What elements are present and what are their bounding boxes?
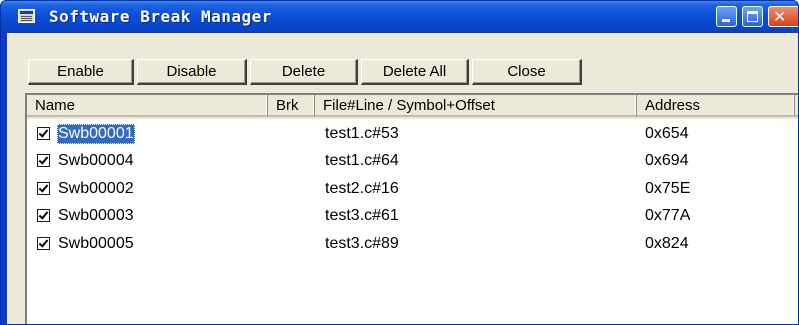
column-header-file[interactable]: File#Line / Symbol+Offset [315, 95, 637, 117]
break-name: Swb00003 [58, 207, 134, 224]
minimize-icon [722, 19, 730, 22]
close-icon: ✕ [773, 7, 787, 26]
break-address: 0x694 [645, 152, 689, 169]
title-bar[interactable]: Software Break Manager ✕ [1, 1, 798, 33]
break-address: 0x77A [645, 207, 691, 224]
column-header-brk[interactable]: Brk [268, 95, 315, 117]
break-location: test3.c#61 [325, 207, 399, 224]
close-button[interactable]: Close [472, 59, 582, 85]
enable-button[interactable]: Enable [28, 59, 134, 85]
break-name: Swb00005 [58, 235, 134, 252]
list-header: Name Brk File#Line / Symbol+Offset Addre… [27, 95, 798, 119]
window-title: Software Break Manager [49, 7, 272, 26]
table-row[interactable]: Swb00003 test3.c#61 0x77A [27, 203, 798, 230]
break-location: test3.c#89 [325, 235, 399, 252]
disable-button[interactable]: Disable [137, 59, 247, 85]
column-header-name[interactable]: Name [27, 95, 268, 117]
delete-all-button[interactable]: Delete All [361, 59, 469, 85]
break-name: Swb00001 [57, 124, 135, 144]
break-address: 0x75E [645, 180, 691, 197]
checkbox-checked-icon[interactable] [37, 209, 50, 222]
checkbox-checked-icon[interactable] [37, 237, 50, 250]
software-break-manager-window: Software Break Manager ✕ Enable Disable … [0, 0, 799, 325]
break-name: Swb00004 [58, 152, 134, 169]
checkbox-checked-icon[interactable] [37, 182, 50, 195]
break-list[interactable]: Name Brk File#Line / Symbol+Offset Addre… [25, 93, 798, 324]
break-location: test1.c#64 [325, 152, 399, 169]
maximize-icon [747, 11, 758, 22]
break-name: Swb00002 [58, 180, 134, 197]
table-row[interactable]: Swb00005 test3.c#89 0x824 [27, 231, 798, 258]
close-window-button[interactable]: ✕ [768, 6, 798, 27]
column-header-address[interactable]: Address [637, 95, 795, 117]
table-row[interactable]: Swb00002 test2.c#16 0x75E [27, 176, 798, 203]
minimize-button[interactable] [716, 6, 737, 27]
break-address: 0x824 [645, 235, 689, 252]
break-address: 0x654 [645, 125, 689, 142]
window-app-icon[interactable] [18, 9, 35, 23]
column-header-filler [795, 95, 798, 117]
maximize-button[interactable] [742, 6, 763, 27]
break-location: test2.c#16 [325, 180, 399, 197]
table-row[interactable]: Swb00001 test1.c#53 0x654 [27, 121, 798, 148]
break-location: test1.c#53 [325, 125, 399, 142]
delete-button[interactable]: Delete [250, 59, 358, 85]
table-row[interactable]: Swb00004 test1.c#64 0x694 [27, 148, 798, 175]
checkbox-checked-icon[interactable] [37, 127, 50, 140]
checkbox-checked-icon[interactable] [37, 154, 50, 167]
